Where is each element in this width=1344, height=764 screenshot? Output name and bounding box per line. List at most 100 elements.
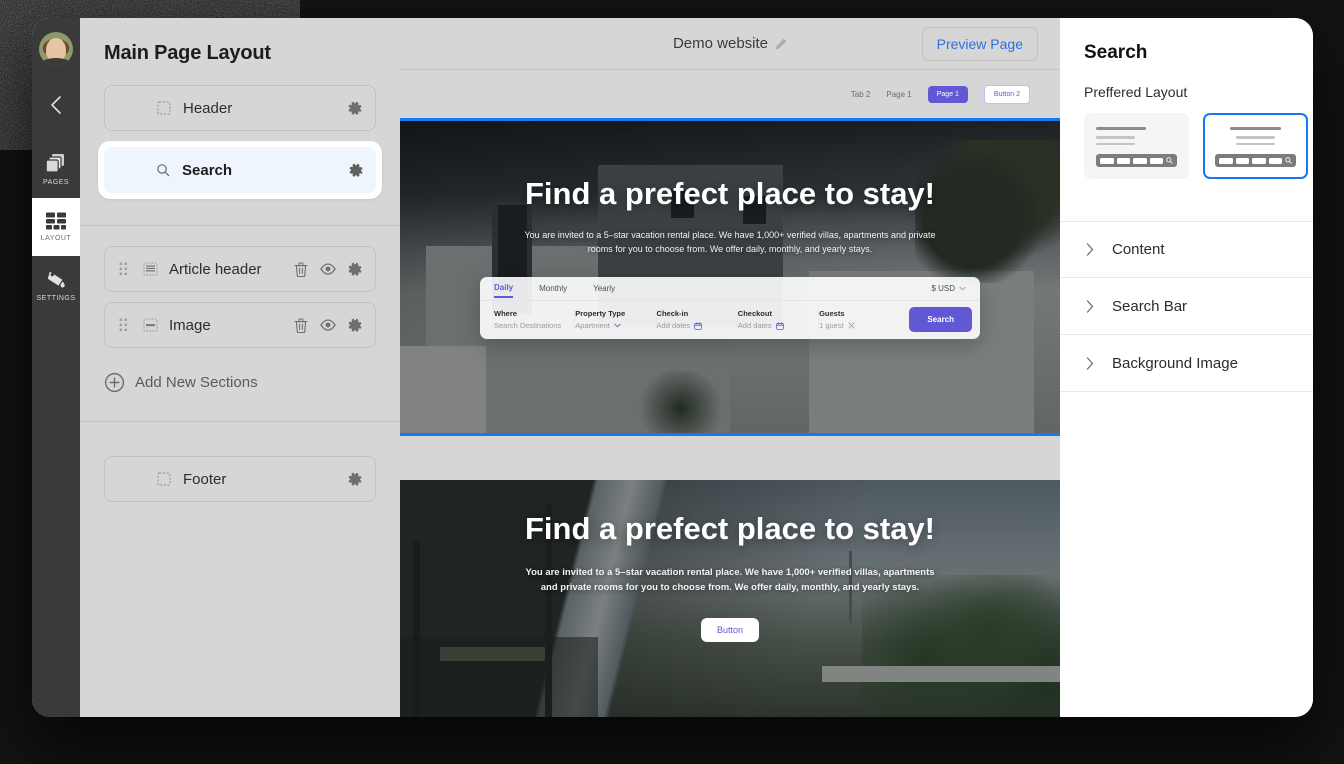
thumb-cell <box>1149 157 1163 164</box>
thumb-cell <box>1116 157 1130 164</box>
trash-icon[interactable] <box>294 261 308 277</box>
thumb-search-bar <box>1215 154 1296 167</box>
section-row-search[interactable]: Search <box>104 147 376 193</box>
search-field-value: 1 guest <box>819 321 891 330</box>
hero-section-article-header[interactable]: Find a prefect place to stay! You are in… <box>400 480 1060 717</box>
site-nav-preview: Tab 2 Page 1 Page 1 Button 2 <box>400 70 1060 118</box>
dashed-image-icon <box>141 318 159 332</box>
calendar-icon <box>775 322 784 330</box>
section-row-label: Article header <box>169 260 262 278</box>
body-sections-group: Article header Image <box>80 226 400 358</box>
settings-icon <box>47 271 65 288</box>
search-field-label: Guests <box>819 309 845 319</box>
canvas-scroll-area[interactable]: Find a prefect place to stay! You are in… <box>400 118 1060 717</box>
add-new-sections-button[interactable]: Add New Sections <box>80 358 400 393</box>
search-field-where[interactable]: Where Search Destinations <box>494 309 576 331</box>
section-row-image[interactable]: Image <box>104 302 376 348</box>
hero2-cta-button[interactable]: Button <box>700 617 760 642</box>
gear-icon[interactable] <box>348 318 363 333</box>
drag-handle-icon[interactable] <box>119 262 128 276</box>
search-widget-fields: Where Search Destinations Property Type … <box>480 301 980 339</box>
drag-handle-icon[interactable] <box>119 318 128 332</box>
user-avatar[interactable] <box>39 32 73 66</box>
thumb-title-bar <box>1230 127 1281 130</box>
nav-ghost-button[interactable]: Button 2 <box>983 84 1030 104</box>
sidebar-item-pages-label: PAGES <box>42 179 70 186</box>
nav-link-tab-2[interactable]: Tab 2 <box>851 90 871 99</box>
close-icon[interactable] <box>848 322 855 330</box>
search-widget[interactable]: Daily Monthly Yearly $ USD Where Search Des… <box>480 276 980 339</box>
search-field-checkout[interactable]: Checkout Add dates <box>737 309 820 331</box>
accordion-label: Content <box>1112 241 1165 258</box>
section-row-footer[interactable]: Footer <box>104 456 376 502</box>
search-field-value-text: Apartment <box>575 321 610 331</box>
search-field-label: Checkout <box>737 309 772 319</box>
eye-icon[interactable] <box>320 319 336 331</box>
hero-section-search[interactable]: Find a prefect place to stay! You are in… <box>400 118 1060 436</box>
app-window: PAGES LAYOUT SETTINGS Main Page Layout H… <box>32 18 1313 717</box>
pencil-icon[interactable] <box>775 38 787 50</box>
hero1-paragraph: You are invited to a 5–star vacation ren… <box>524 230 936 255</box>
dashed-lines-icon <box>143 262 157 276</box>
thumb-cell <box>1235 157 1249 164</box>
drag-handle[interactable] <box>119 262 131 276</box>
nav-link-page-1[interactable]: Page 1 <box>886 90 911 99</box>
search-field-guests[interactable]: Guests 1 guest <box>819 309 899 330</box>
search-field-value: Apartment <box>575 321 647 330</box>
search-widget-tab-yearly[interactable]: Yearly <box>593 279 615 297</box>
properties-panel: Search Preffered Layout Content Search B… <box>1060 18 1313 717</box>
section-row-header[interactable]: Header <box>104 85 376 131</box>
accordion-content[interactable]: Content <box>1060 221 1313 278</box>
search-widget-submit-button[interactable]: Search <box>909 307 973 333</box>
search-field-check-in[interactable]: Check-in Add dates <box>657 309 738 331</box>
sidebar-item-settings-label: SETTINGS <box>36 295 76 302</box>
layout-option-center-aligned[interactable] <box>1203 113 1308 179</box>
back-button[interactable] <box>32 88 80 122</box>
gear-icon[interactable] <box>349 163 364 178</box>
hero2-heading: Find a prefect place to stay! <box>525 511 935 546</box>
chevron-down-icon <box>614 324 621 328</box>
currency-label: $ USD <box>931 283 955 293</box>
search-widget-tab-daily[interactable]: Daily <box>494 278 514 299</box>
gear-icon[interactable] <box>348 101 363 116</box>
search-widget-tabs: Daily Monthly Yearly $ USD <box>480 277 980 301</box>
gear-icon[interactable] <box>348 262 363 277</box>
section-row-search-actions <box>349 163 364 178</box>
thumb-text-bar <box>1236 136 1275 139</box>
sidebar-item-settings[interactable]: SETTINGS <box>32 256 80 314</box>
sidebar-item-layout[interactable]: LAYOUT <box>32 198 80 256</box>
section-row-label: Image <box>169 316 211 334</box>
site-title[interactable]: Demo website <box>673 35 787 52</box>
sidebar-item-pages[interactable]: PAGES <box>32 140 80 198</box>
pages-icon <box>45 154 64 173</box>
drag-handle[interactable] <box>119 318 131 332</box>
search-field-property-type[interactable]: Property Type Apartment <box>575 309 657 331</box>
thumb-text-bar <box>1096 136 1135 139</box>
accordion-search-bar[interactable]: Search Bar <box>1060 278 1313 335</box>
header-section-group: Header Search <box>80 65 400 209</box>
search-field-value-text: 1 guest <box>819 321 844 331</box>
chevron-right-icon <box>1086 299 1094 313</box>
search-field-value: Add dates <box>657 321 729 330</box>
search-field-value-text: Search Destinations <box>494 321 562 331</box>
search-widget-tab-monthly[interactable]: Monthly <box>539 279 567 297</box>
section-row-actions <box>294 317 363 333</box>
thumb-search-bar <box>1096 154 1177 167</box>
gear-icon[interactable] <box>348 472 363 487</box>
search-field-value-text: Add dates <box>737 321 772 331</box>
currency-selector[interactable]: $ USD <box>931 284 966 293</box>
preview-page-button[interactable]: Preview Page <box>921 26 1038 61</box>
eye-icon[interactable] <box>320 263 336 275</box>
layout-panel: Main Page Layout Header Search Article h… <box>80 18 400 717</box>
section-row-search-label: Search <box>182 161 233 179</box>
chevron-right-icon <box>1086 356 1094 370</box>
layout-option-left-aligned[interactable] <box>1084 113 1189 179</box>
nav-primary-button[interactable]: Page 1 <box>927 85 968 103</box>
search-field-value-text: Add dates <box>656 321 691 331</box>
trash-icon[interactable] <box>294 317 308 333</box>
section-row-article-header[interactable]: Article header <box>104 246 376 292</box>
properties-panel-title: Search <box>1084 42 1148 63</box>
hero2-content: Find a prefect place to stay! You are in… <box>400 480 1060 642</box>
preview-canvas: Demo website Preview Page Tab 2 Page 1 P… <box>400 18 1060 717</box>
accordion-background-image[interactable]: Background Image <box>1060 335 1313 392</box>
